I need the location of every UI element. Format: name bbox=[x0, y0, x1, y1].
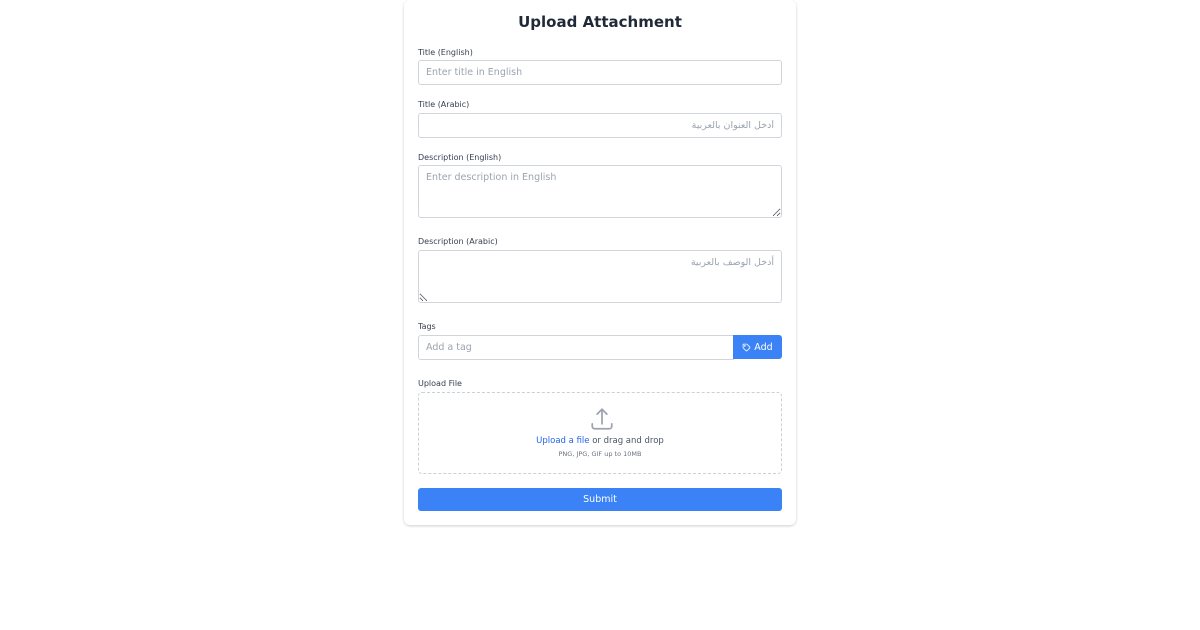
title-arabic-label: Title (Arabic) bbox=[418, 100, 470, 109]
description-english-label: Description (English) bbox=[418, 153, 502, 162]
description-english-textarea[interactable] bbox=[418, 165, 782, 218]
upload-file-label: Upload File bbox=[418, 379, 462, 388]
description-arabic-textarea[interactable] bbox=[418, 250, 782, 303]
tag-icon bbox=[743, 343, 751, 351]
description-arabic-label: Description (Arabic) bbox=[418, 237, 498, 246]
tags-label: Tags bbox=[418, 322, 436, 331]
page-title: Upload Attachment bbox=[518, 13, 682, 31]
title-english-label: Title (English) bbox=[418, 48, 473, 57]
add-tag-button-label: Add bbox=[754, 341, 773, 353]
drag-drop-text: or drag and drop bbox=[592, 436, 664, 446]
upload-attachment-card: Upload Attachment Title (English) Title … bbox=[404, 0, 796, 525]
submit-button[interactable]: Submit bbox=[418, 488, 782, 511]
upload-icon bbox=[591, 408, 613, 430]
file-type-hint: PNG, JPG, GIF up to 10MB bbox=[558, 450, 642, 458]
file-dropzone[interactable]: Upload a file or drag and drop PNG, JPG,… bbox=[418, 392, 782, 474]
upload-file-link[interactable]: Upload a file bbox=[536, 436, 589, 446]
tag-input[interactable] bbox=[418, 335, 734, 360]
dropzone-instructions: Upload a file or drag and drop bbox=[419, 436, 781, 446]
add-tag-button[interactable]: Add bbox=[733, 335, 782, 359]
title-arabic-input[interactable] bbox=[418, 113, 782, 138]
title-english-input[interactable] bbox=[418, 60, 782, 85]
